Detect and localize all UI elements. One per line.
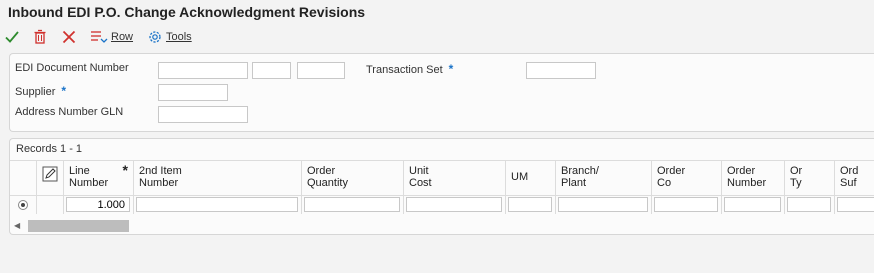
column-header-ord-suf[interactable]: Ord Suf <box>835 161 874 195</box>
horizontal-scrollbar[interactable]: ◀ <box>10 219 874 233</box>
column-header-line1: Or <box>790 165 803 177</box>
transaction-set-label-text: Transaction Set <box>366 64 443 76</box>
row-icon-cell <box>37 196 64 214</box>
column-header-line2: Number <box>139 177 179 189</box>
column-header-branch-plant[interactable]: Branch/ Plant <box>556 161 652 195</box>
records-count: Records 1 - 1 <box>16 143 83 155</box>
column-header-line1: UM <box>511 171 529 183</box>
order-co-input[interactable] <box>654 197 718 212</box>
column-header-line1: Order <box>657 165 686 177</box>
order-quantity-cell <box>302 196 404 214</box>
order-number-cell <box>722 196 785 214</box>
delete-button[interactable] <box>32 27 48 47</box>
row-menu-label: Row <box>111 31 134 43</box>
tools-menu-label: Tools <box>166 31 192 43</box>
page-title: Inbound EDI P.O. Change Acknowledgment R… <box>8 4 366 20</box>
row-select-header <box>10 161 37 195</box>
scrollbar-thumb[interactable] <box>28 220 129 232</box>
column-header-line1: Line <box>69 165 90 177</box>
ord-suf-cell <box>835 196 874 214</box>
column-header-line2: Co <box>657 177 672 189</box>
um-cell <box>506 196 556 214</box>
scroll-left-arrow-icon[interactable]: ◀ <box>14 221 20 230</box>
column-header-line2: Quantity <box>307 177 348 189</box>
column-header-order-co[interactable]: Order Co <box>652 161 722 195</box>
supplier-label-text: Supplier <box>15 86 56 98</box>
supplier-label: Supplier * <box>15 84 66 98</box>
row-select-radio[interactable] <box>18 200 28 210</box>
required-marker: * <box>448 62 454 76</box>
line-number-cell <box>64 196 134 214</box>
column-header-line1: Branch/ <box>561 165 599 177</box>
column-header-um[interactable]: UM <box>506 161 556 195</box>
transaction-set-field[interactable] <box>526 62 596 79</box>
grid-panel: Records 1 - 1 Line * Number 2nd Item Numb… <box>9 138 874 235</box>
row-menu-button[interactable]: Row <box>90 27 133 47</box>
required-marker: * <box>122 162 128 178</box>
edi-document-number-label: EDI Document Number <box>15 62 129 74</box>
edi-document-company-field[interactable] <box>297 62 345 79</box>
column-header-line2: Number <box>727 177 767 189</box>
trash-icon <box>34 29 46 44</box>
unit-cost-cell <box>404 196 506 214</box>
transaction-set-label: Transaction Set * <box>366 62 453 76</box>
edit-grid-icon <box>42 166 58 182</box>
column-header-line1: 2nd Item <box>139 165 182 177</box>
grid-settings-button[interactable] <box>37 161 64 195</box>
2nd-item-number-input[interactable] <box>136 197 298 212</box>
row-menu-icon <box>91 31 108 43</box>
grid-header-row: Line * Number 2nd Item Number Order Quant… <box>10 161 874 195</box>
toolbar: Row Tools <box>0 27 874 49</box>
line-number-input[interactable] <box>66 197 130 212</box>
column-header-order-quantity[interactable]: Order Quantity <box>302 161 404 195</box>
column-header-line2: Number <box>69 177 109 189</box>
um-input[interactable] <box>508 197 552 212</box>
gear-icon <box>149 31 161 43</box>
column-header-line1: Ord <box>840 165 859 177</box>
unit-cost-input[interactable] <box>406 197 502 212</box>
order-co-cell <box>652 196 722 214</box>
checkmark-icon <box>5 31 19 43</box>
x-icon <box>62 30 76 44</box>
ord-suf-input[interactable] <box>837 197 874 212</box>
column-header-line2: Suf <box>840 177 857 189</box>
supplier-field[interactable] <box>158 84 228 101</box>
tools-menu-button[interactable]: Tools <box>147 27 192 47</box>
order-quantity-input[interactable] <box>304 197 400 212</box>
or-ty-cell <box>785 196 835 214</box>
column-header-line-number[interactable]: Line * Number <box>64 161 134 195</box>
address-number-gln-label: Address Number GLN <box>15 106 124 118</box>
column-header-order-number[interactable]: Order Number <box>722 161 785 195</box>
column-header-line2: Plant <box>561 177 587 189</box>
column-header-line1: Order <box>727 165 756 177</box>
address-number-gln-field[interactable] <box>158 106 248 123</box>
2nd-item-number-cell <box>134 196 302 214</box>
branch-plant-input[interactable] <box>558 197 648 212</box>
cancel-button[interactable] <box>61 27 77 47</box>
column-header-line1: Unit <box>409 165 429 177</box>
column-header-2nd-item-number[interactable]: 2nd Item Number <box>134 161 302 195</box>
edi-document-number-field[interactable] <box>158 62 248 79</box>
edi-document-type-field[interactable] <box>252 62 291 79</box>
column-header-line2: Ty <box>790 177 802 189</box>
table-row[interactable] <box>10 195 874 214</box>
query-criteria-panel: EDI Document Number Transaction Set * Sup… <box>9 53 874 132</box>
branch-plant-cell <box>556 196 652 214</box>
row-select-cell[interactable] <box>10 196 37 214</box>
required-marker: * <box>61 84 67 98</box>
order-number-input[interactable] <box>724 197 781 212</box>
column-header-line2: Cost <box>409 177 432 189</box>
or-ty-input[interactable] <box>787 197 831 212</box>
column-header-unit-cost[interactable]: Unit Cost <box>404 161 506 195</box>
column-header-or-ty[interactable]: Or Ty <box>785 161 835 195</box>
title-bar: Inbound EDI P.O. Change Acknowledgment R… <box>0 0 874 25</box>
column-header-line1: Order <box>307 165 336 177</box>
ok-button[interactable] <box>4 27 20 47</box>
